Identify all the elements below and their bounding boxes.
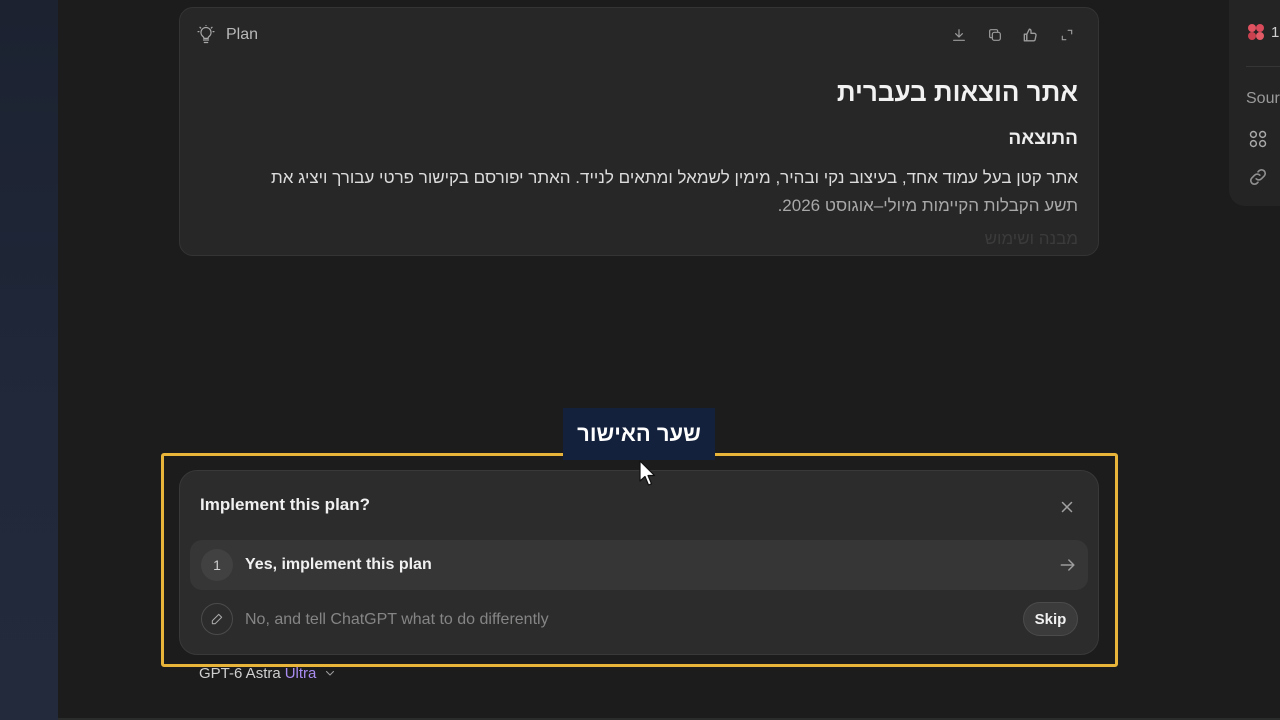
plan-paragraph: אתר קטן בעל עמוד אחד, בעיצוב נקי ובהיר, … (220, 164, 1078, 220)
plan-paragraph-line-1: אתר קטן בעל עמוד אחד, בעיצוב נקי ובהיר, … (270, 168, 1078, 187)
plan-title: אתר הוצאות בעברית (836, 77, 1078, 107)
mouse-cursor-icon (639, 460, 656, 486)
left-sidebar-edge (0, 0, 58, 720)
link-icon[interactable] (1247, 166, 1269, 188)
plan-paragraph-line-2: תשע הקבלות הקיימות מיולי–אוגוסט 2026. (777, 196, 1078, 215)
expand-icon[interactable] (1056, 24, 1078, 46)
plan-section-title: התוצאה (1008, 128, 1078, 149)
plan-header: Plan (196, 24, 258, 46)
copy-icon[interactable] (984, 24, 1006, 46)
source-count[interactable]: 1 (1247, 23, 1279, 41)
lightbulb-icon (197, 25, 215, 44)
sources-heading: Sour (1246, 90, 1280, 107)
plan-label: Plan (226, 26, 259, 43)
plan-card: Plan אתר הוצאות בעברית התוצאה אתר קטן בע… (179, 7, 1099, 256)
model-selector[interactable]: GPT-6 Astra Ultra (199, 663, 336, 683)
model-name: GPT-6 Astra (199, 664, 281, 682)
apps-icon[interactable] (1247, 128, 1269, 150)
plan-toolbar (948, 24, 1078, 46)
approval-gate-label: שער האישור (563, 408, 715, 460)
download-icon[interactable] (948, 24, 970, 46)
source-count-value: 1 (1271, 23, 1280, 41)
sources-cluster-icon (1248, 24, 1264, 40)
panel-divider (1246, 66, 1280, 67)
model-tier: Ultra (284, 664, 317, 682)
plan-content: אתר הוצאות בעברית התוצאה אתר קטן בעל עמו… (220, 74, 1078, 252)
chevron-down-icon (326, 670, 335, 676)
feedback-icon[interactable] (1020, 24, 1042, 46)
plan-next-heading-faded: מבנה ושימוש (984, 229, 1078, 248)
right-side-panel: 1 Sour (1229, 0, 1280, 206)
